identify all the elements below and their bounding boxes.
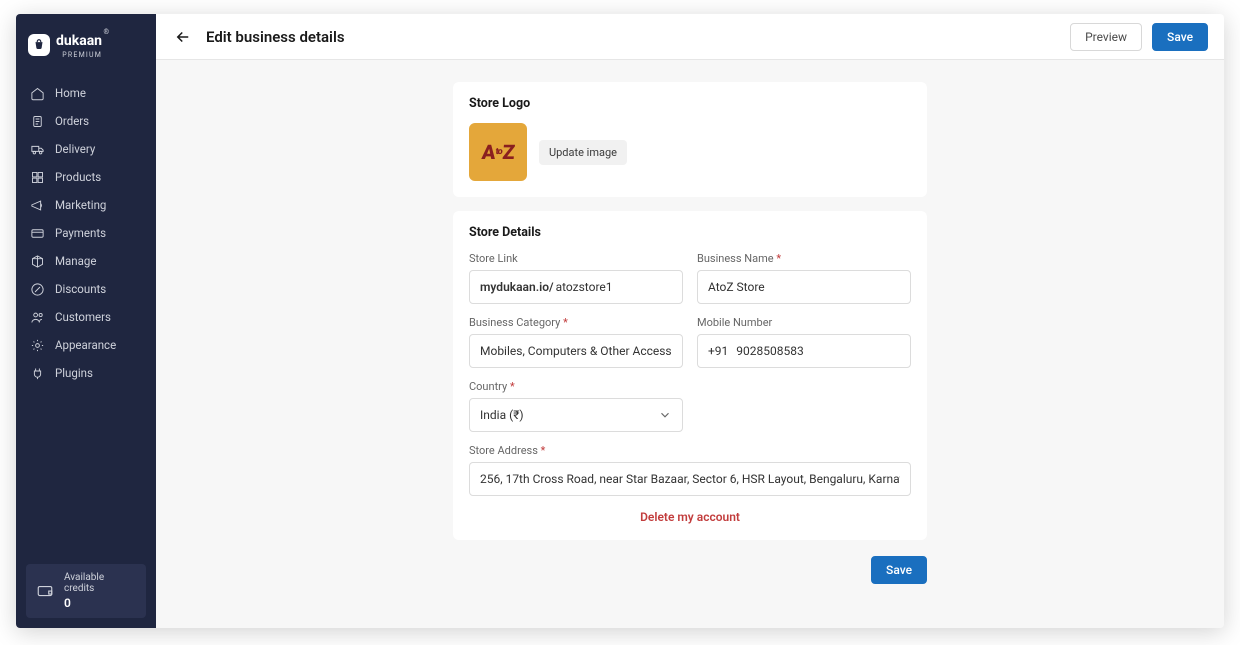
marketing-icon (30, 198, 45, 213)
brand-logo-icon (28, 34, 50, 56)
sidebar-item-label: Discounts (55, 282, 106, 296)
sidebar-item-label: Delivery (55, 142, 95, 156)
customers-icon (30, 310, 45, 325)
sidebar-item-products[interactable]: Products (16, 163, 156, 191)
back-button[interactable] (172, 26, 194, 48)
sidebar-item-marketing[interactable]: Marketing (16, 191, 156, 219)
mobile-prefix: +91 (708, 344, 728, 358)
sidebar-item-plugins[interactable]: Plugins (16, 359, 156, 387)
label-mobile-number: Mobile Number (697, 316, 911, 329)
sidebar-item-label: Marketing (55, 198, 106, 212)
topbar: Edit business details Preview Save (156, 14, 1224, 60)
plugins-icon (30, 366, 45, 381)
delivery-icon (30, 142, 45, 157)
business-name-value[interactable] (708, 280, 900, 294)
store-link-prefix: mydukaan.io/ (480, 280, 554, 294)
credits-label: Available credits (64, 572, 136, 594)
field-country: Country * India (₹) (469, 380, 683, 432)
business-category-input[interactable] (469, 334, 683, 368)
appearance-icon (30, 338, 45, 353)
sidebar-item-payments[interactable]: Payments (16, 219, 156, 247)
store-logo-card: Store Logo AtoZ Update image (453, 82, 927, 197)
credits-value: 0 (64, 596, 136, 610)
label-store-address: Store Address * (469, 444, 911, 457)
topbar-actions: Preview Save (1070, 23, 1208, 51)
preview-button[interactable]: Preview (1070, 23, 1142, 51)
update-image-button[interactable]: Update image (539, 140, 627, 165)
sidebar-item-label: Manage (55, 254, 96, 268)
sidebar-item-customers[interactable]: Customers (16, 303, 156, 331)
store-link-value[interactable] (556, 280, 672, 294)
sidebar-item-label: Products (55, 170, 101, 184)
sidebar-item-label: Payments (55, 226, 106, 240)
brand-tier: PREMIUM (56, 51, 102, 59)
store-details-card: Store Details Store Link mydukaan.io/ Bu… (453, 211, 927, 540)
country-select[interactable]: India (₹) (469, 398, 683, 432)
sidebar-item-manage[interactable]: Manage (16, 247, 156, 275)
content: Store Logo AtoZ Update image Store Detai… (156, 60, 1224, 628)
country-value: India (₹) (480, 408, 524, 422)
save-button-top[interactable]: Save (1152, 23, 1208, 51)
footer-actions: Save (453, 556, 927, 584)
label-business-category: Business Category * (469, 316, 683, 329)
credits-card[interactable]: Available credits 0 (26, 564, 146, 618)
save-button-bottom[interactable]: Save (871, 556, 927, 584)
card-title-details: Store Details (469, 225, 911, 240)
delete-account-link[interactable]: Delete my account (469, 510, 911, 524)
store-logo-image: AtoZ (469, 123, 527, 181)
mobile-number-input[interactable]: +91 (697, 334, 911, 368)
business-category-value[interactable] (480, 344, 672, 358)
store-address-value[interactable] (480, 472, 900, 486)
sidebar-item-label: Customers (55, 310, 111, 324)
field-business-name: Business Name * (697, 252, 911, 304)
store-link-input[interactable]: mydukaan.io/ (469, 270, 683, 304)
sidebar: dukaan ® PREMIUM Home Orders Delivery Pr… (16, 14, 156, 628)
orders-icon (30, 114, 45, 129)
sidebar-item-orders[interactable]: Orders (16, 107, 156, 135)
payments-icon (30, 226, 45, 241)
products-icon (30, 170, 45, 185)
sidebar-item-discounts[interactable]: Discounts (16, 275, 156, 303)
sidebar-item-home[interactable]: Home (16, 79, 156, 107)
brand: dukaan ® PREMIUM (16, 26, 156, 73)
business-name-input[interactable] (697, 270, 911, 304)
label-country: Country * (469, 380, 683, 393)
field-mobile-number: Mobile Number +91 (697, 316, 911, 368)
app-shell: dukaan ® PREMIUM Home Orders Delivery Pr… (16, 14, 1224, 628)
main: Edit business details Preview Save Store… (156, 14, 1224, 628)
page-title: Edit business details (206, 28, 345, 46)
sidebar-item-label: Orders (55, 114, 89, 128)
wallet-icon (36, 582, 54, 600)
brand-reg-mark: ® (104, 28, 110, 36)
store-address-input[interactable] (469, 462, 911, 496)
card-title-logo: Store Logo (469, 96, 911, 111)
logo-atoz-text: AtoZ (481, 140, 515, 164)
field-store-address: Store Address * (469, 444, 911, 496)
sidebar-item-delivery[interactable]: Delivery (16, 135, 156, 163)
label-store-link: Store Link (469, 252, 683, 265)
sidebar-item-label: Appearance (55, 338, 116, 352)
chevron-down-icon (658, 408, 672, 422)
sidebar-nav: Home Orders Delivery Products Marketing … (16, 79, 156, 387)
sidebar-item-label: Plugins (55, 366, 93, 380)
field-store-link: Store Link mydukaan.io/ (469, 252, 683, 304)
manage-icon (30, 254, 45, 269)
discounts-icon (30, 282, 45, 297)
label-business-name: Business Name * (697, 252, 911, 265)
mobile-number-value[interactable] (736, 344, 900, 358)
brand-name: dukaan (56, 33, 102, 49)
sidebar-item-label: Home (55, 86, 86, 100)
sidebar-item-appearance[interactable]: Appearance (16, 331, 156, 359)
home-icon (30, 86, 45, 101)
arrow-left-icon (174, 28, 192, 46)
field-business-category: Business Category * (469, 316, 683, 368)
